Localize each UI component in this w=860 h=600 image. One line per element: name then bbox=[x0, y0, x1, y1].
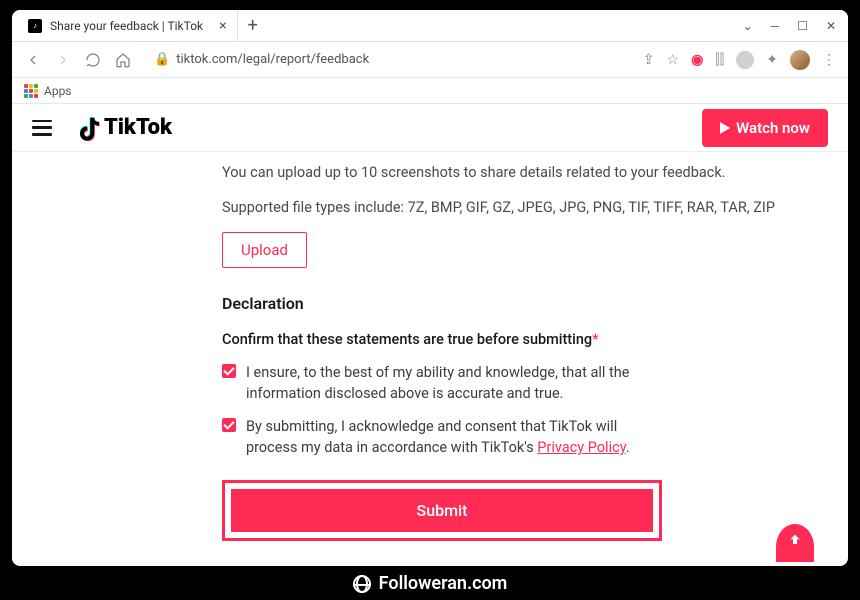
browser-window: ♪ Share your feedback | TikTok × + ⌄ ─ ☐… bbox=[12, 10, 848, 566]
submit-button[interactable]: Submit bbox=[229, 487, 655, 534]
home-button[interactable] bbox=[114, 51, 132, 69]
forward-button[interactable] bbox=[54, 51, 72, 69]
bookmarks-bar: Apps bbox=[12, 78, 848, 104]
app-header: TikTok Watch now bbox=[12, 104, 848, 152]
arrow-up-icon bbox=[787, 532, 803, 548]
new-tab-button[interactable]: + bbox=[248, 15, 258, 36]
lock-icon: 🔒 bbox=[154, 52, 170, 67]
reload-button[interactable] bbox=[84, 51, 102, 69]
checkbox-1[interactable] bbox=[222, 364, 236, 378]
close-window-icon[interactable]: ✕ bbox=[826, 19, 836, 33]
titlebar: ♪ Share your feedback | TikTok × + ⌄ ─ ☐… bbox=[12, 10, 848, 42]
footer-text: Followeran.com bbox=[379, 573, 508, 594]
submit-highlight: Submit bbox=[222, 480, 662, 541]
footer-watermark: Followeran.com bbox=[0, 573, 860, 594]
browser-tab[interactable]: ♪ Share your feedback | TikTok × bbox=[18, 10, 238, 41]
checkbox-2-label: By submitting, I acknowledge and consent… bbox=[246, 416, 662, 458]
back-button[interactable] bbox=[24, 51, 42, 69]
scroll-top-button[interactable] bbox=[776, 524, 814, 562]
tiktok-logo[interactable]: TikTok bbox=[80, 115, 172, 141]
page-content: TikTok Watch now You can upload up to 10… bbox=[12, 104, 848, 566]
tiktok-mark-icon bbox=[80, 115, 102, 141]
tab-title: Share your feedback | TikTok bbox=[50, 19, 203, 33]
upload-instruction: You can upload up to 10 screenshots to s… bbox=[222, 162, 808, 183]
confirm-intro: Confirm that these statements are true b… bbox=[222, 329, 808, 350]
address-bar: 🔒 tiktok.com/legal/report/feedback ⇪ ☆ ◉… bbox=[12, 42, 848, 78]
ext1-icon[interactable]: ◉ bbox=[691, 52, 703, 68]
supported-types: Supported file types include: 7Z, BMP, G… bbox=[222, 197, 808, 218]
share-icon[interactable]: ⇪ bbox=[643, 52, 655, 68]
play-icon bbox=[720, 122, 730, 134]
url-bar[interactable]: 🔒 tiktok.com/legal/report/feedback bbox=[144, 48, 631, 71]
declaration-heading: Declaration bbox=[222, 292, 808, 315]
checkbox-1-label: I ensure, to the best of my ability and … bbox=[246, 362, 662, 404]
extensions-icon[interactable]: ✦ bbox=[766, 52, 778, 68]
ext3-icon[interactable] bbox=[736, 51, 754, 69]
profile-avatar[interactable] bbox=[790, 50, 810, 70]
watch-now-button[interactable]: Watch now bbox=[702, 109, 828, 147]
declaration-checkbox-1: I ensure, to the best of my ability and … bbox=[222, 362, 662, 404]
checkbox-2[interactable] bbox=[222, 418, 236, 432]
minimize-icon[interactable]: ─ bbox=[771, 19, 780, 33]
apps-icon[interactable] bbox=[24, 84, 38, 98]
star-icon[interactable]: ☆ bbox=[667, 52, 680, 68]
watch-now-label: Watch now bbox=[736, 119, 810, 137]
ext2-icon[interactable]: ⫿⫿ bbox=[715, 52, 724, 68]
chevron-down-icon[interactable]: ⌄ bbox=[743, 19, 753, 33]
url-text: tiktok.com/legal/report/feedback bbox=[176, 52, 369, 67]
privacy-policy-link[interactable]: Privacy Policy bbox=[537, 439, 626, 456]
extension-icons: ⇪ ☆ ◉ ⫿⫿ ✦ ⋮ bbox=[643, 50, 836, 70]
logo-text: TikTok bbox=[104, 115, 172, 140]
declaration-checkbox-2: By submitting, I acknowledge and consent… bbox=[222, 416, 662, 458]
window-controls: ⌄ ─ ☐ ✕ bbox=[743, 19, 848, 33]
close-tab-icon[interactable]: × bbox=[219, 18, 226, 34]
menu-icon[interactable]: ⋮ bbox=[822, 52, 836, 68]
apps-label[interactable]: Apps bbox=[44, 84, 72, 98]
required-mark: * bbox=[592, 331, 598, 348]
globe-icon bbox=[353, 575, 371, 593]
upload-button[interactable]: Upload bbox=[222, 232, 307, 268]
tiktok-favicon: ♪ bbox=[28, 19, 42, 33]
maximize-icon[interactable]: ☐ bbox=[797, 19, 808, 33]
feedback-form: You can upload up to 10 screenshots to s… bbox=[12, 152, 848, 566]
hamburger-menu[interactable] bbox=[32, 120, 52, 136]
